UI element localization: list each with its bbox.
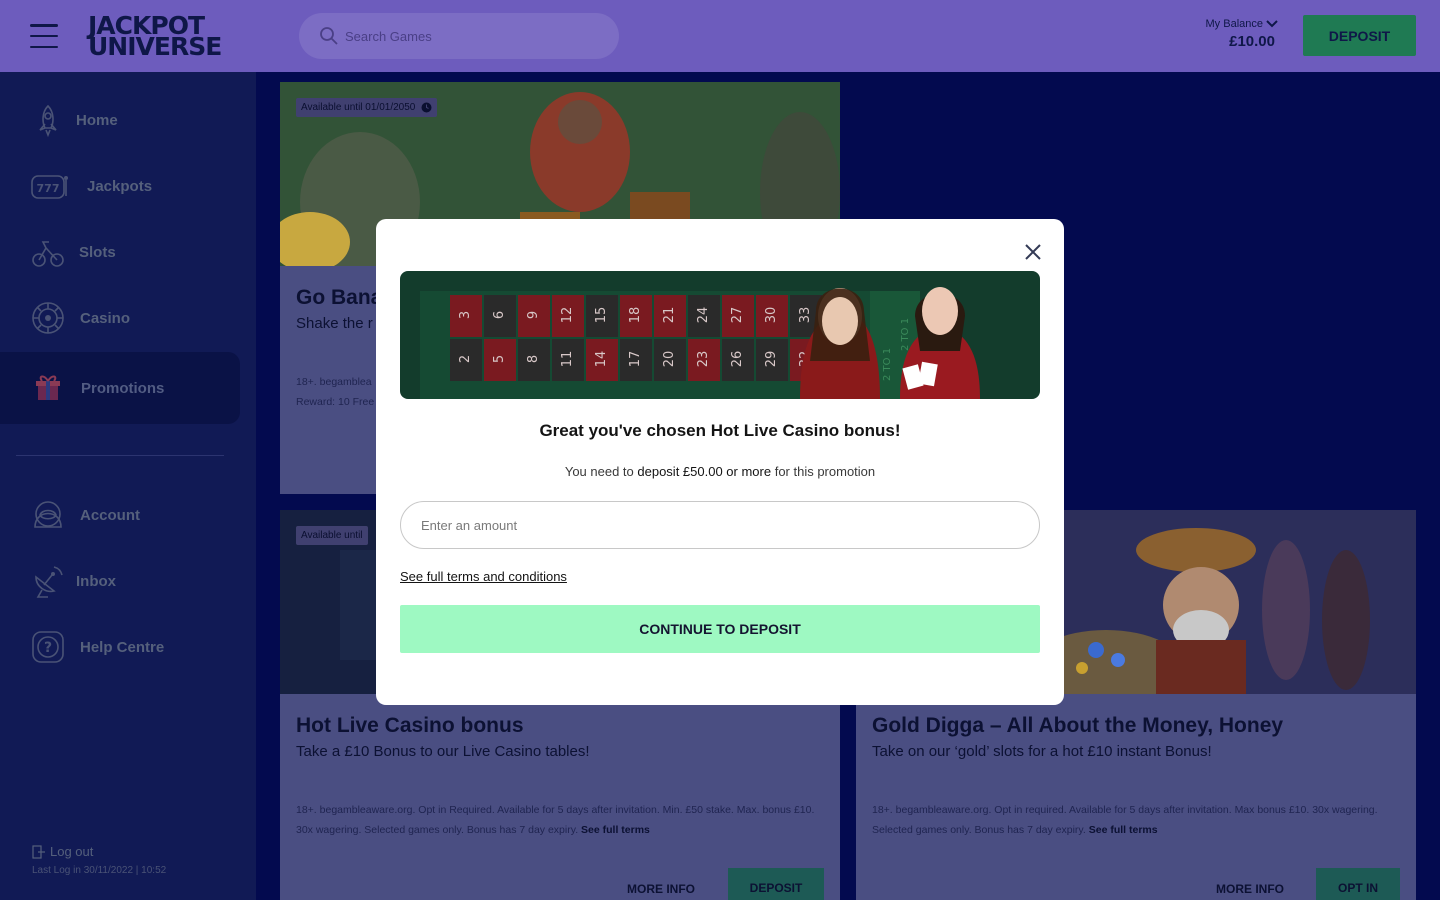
roulette-number: 29 — [764, 351, 779, 368]
roulette-number: 15 — [594, 307, 609, 324]
roulette-number: 14 — [594, 351, 609, 368]
promo-deposit-modal: 3691215182124273033362581114172023262932… — [376, 219, 1064, 705]
roulette-number: 24 — [696, 307, 711, 324]
roulette-number: 21 — [662, 307, 677, 324]
roulette-number: 23 — [696, 351, 711, 368]
amount-input[interactable] — [400, 501, 1040, 549]
roulette-number: 3 — [458, 311, 473, 319]
roulette-number: 5 — [492, 355, 507, 363]
roulette-number: 27 — [730, 307, 745, 324]
roulette-number: 17 — [628, 351, 643, 368]
banner-column-label: 2 TO 1 — [882, 348, 893, 381]
roulette-number: 26 — [730, 351, 745, 368]
roulette-number: 2 — [458, 355, 473, 363]
modal-banner-image: 3691215182124273033362581114172023262932… — [400, 271, 1040, 399]
roulette-number: 8 — [526, 355, 541, 363]
roulette-number: 18 — [628, 307, 643, 324]
roulette-number: 12 — [560, 307, 575, 324]
roulette-number: 33 — [798, 307, 813, 324]
banner-column-label: 2 TO 1 — [900, 318, 911, 351]
roulette-number: 30 — [764, 307, 779, 324]
roulette-number: 6 — [492, 311, 507, 319]
modal-overlay[interactable]: 3691215182124273033362581114172023262932… — [0, 0, 1440, 900]
full-terms-link[interactable]: See full terms and conditions — [400, 569, 567, 584]
roulette-number: 11 — [560, 351, 575, 368]
roulette-number: 9 — [526, 311, 541, 319]
deposit-requirement-text: You need to deposit £50.00 or more for t… — [564, 464, 876, 479]
continue-to-deposit-button[interactable]: CONTINUE TO DEPOSIT — [400, 605, 1040, 653]
roulette-number: 20 — [662, 351, 677, 368]
modal-title: Great you've chosen Hot Live Casino bonu… — [539, 421, 901, 440]
close-icon[interactable] — [1022, 241, 1044, 263]
